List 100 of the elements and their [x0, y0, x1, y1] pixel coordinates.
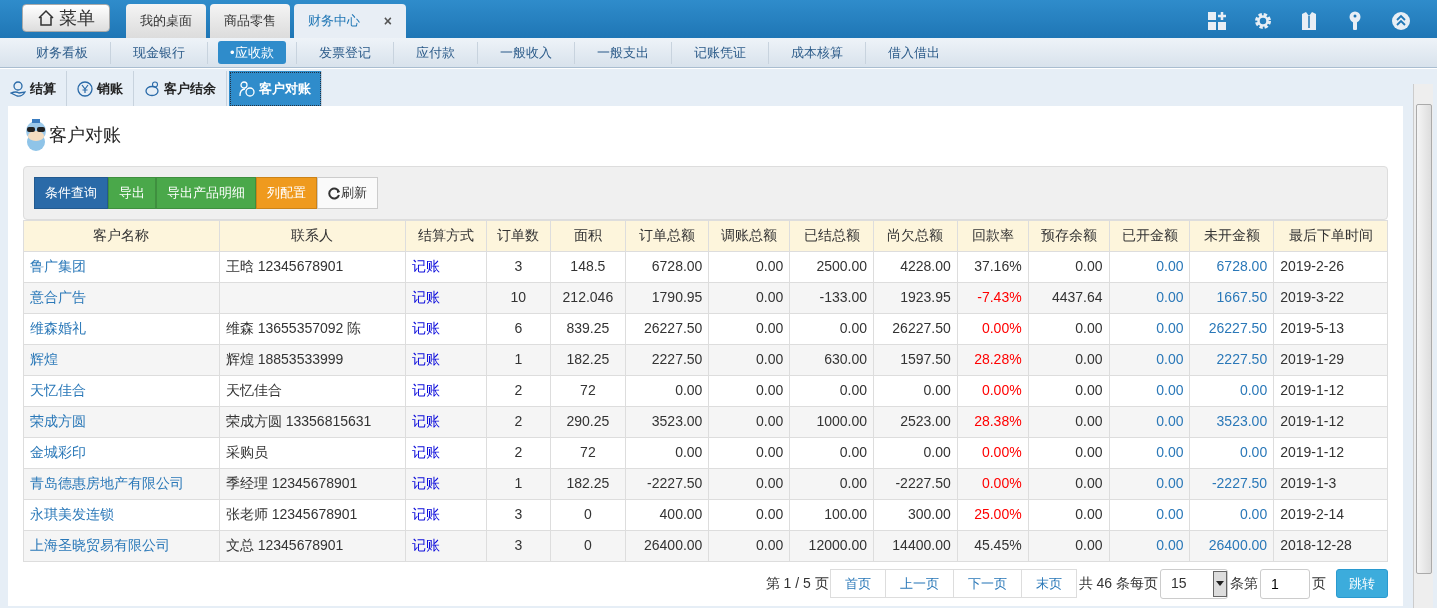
table-cell: 26400.00: [644, 537, 703, 553]
rate-cell: 0.00%: [981, 444, 1022, 460]
rate-cell: 25.00%: [974, 506, 1022, 522]
coin-hand-icon: [10, 81, 26, 97]
go-button[interactable]: 跳转: [1336, 568, 1388, 599]
amount-link[interactable]: 0.00: [1156, 258, 1184, 274]
column-header: 已结总额: [789, 220, 874, 251]
method-link[interactable]: 记账: [411, 475, 440, 491]
table-cell: 0.00: [756, 258, 784, 274]
method-link[interactable]: 记账: [411, 289, 440, 305]
refresh-icon: [328, 187, 341, 201]
close-icon[interactable]: ×: [383, 10, 392, 32]
window-tab[interactable]: 财务中心 ×: [294, 4, 406, 38]
table-cell: 采购员: [225, 444, 268, 460]
method-link[interactable]: 记账: [411, 382, 440, 398]
amount-link[interactable]: 0.00: [1156, 537, 1184, 553]
table-cell: 148.5: [570, 258, 606, 274]
toolbar-button[interactable]: 条件查询: [34, 177, 108, 209]
module-tab[interactable]: 发票登记: [306, 40, 383, 65]
table-cell: 4228.00: [900, 258, 951, 274]
customer-link[interactable]: 金城彩印: [30, 444, 86, 460]
method-link[interactable]: 记账: [411, 413, 440, 429]
vertical-scrollbar[interactable]: [1413, 84, 1433, 608]
column-header: 订单数: [486, 220, 551, 251]
table-cell: 10: [510, 289, 527, 305]
page-size-select[interactable]: 15: [1160, 568, 1228, 599]
amount-link[interactable]: 0.00: [1156, 351, 1184, 367]
menu-button[interactable]: 菜单: [22, 4, 110, 32]
module-tab[interactable]: 现金银行: [121, 40, 197, 65]
page-input[interactable]: 1: [1260, 568, 1310, 599]
table-cell: 3523.00: [651, 413, 703, 429]
table-cell: 0.00: [756, 320, 784, 336]
table-cell: 0.00: [675, 444, 703, 460]
table-cell: 天忆佳合: [225, 382, 282, 398]
table-cell: 839.25: [566, 320, 610, 336]
amount-link[interactable]: 0.00: [1239, 444, 1268, 460]
page-button[interactable]: 上一页: [884, 568, 954, 599]
refresh-button[interactable]: 刷新: [317, 177, 378, 209]
table-cell: 0.00: [923, 382, 951, 398]
amount-link[interactable]: 0.00: [1156, 506, 1184, 522]
column-header: 结算方式: [405, 220, 487, 251]
table-cell: 0.00: [1075, 382, 1103, 398]
table-cell: 0.00: [1075, 506, 1103, 522]
customer-link[interactable]: 意合广告: [30, 289, 86, 305]
amount-link[interactable]: 0.00: [1156, 475, 1184, 491]
table-cell: 0.00: [756, 289, 784, 305]
method-link[interactable]: 记账: [411, 258, 440, 274]
table-cell: 630.00: [824, 351, 867, 367]
add-widget-icon[interactable]: [1207, 11, 1227, 31]
customer-link[interactable]: 辉煌: [30, 351, 58, 367]
module-tab[interactable]: 记账凭证: [681, 40, 758, 65]
table-cell: 1: [514, 475, 523, 491]
collapse-icon[interactable]: [1391, 11, 1411, 31]
customer-link[interactable]: 鲁广集团: [30, 258, 86, 274]
window-tab[interactable]: 商品零售: [210, 4, 290, 38]
shirt-icon[interactable]: [1299, 11, 1319, 31]
rate-cell: 37.16%: [974, 258, 1022, 274]
column-header: 尚欠总额: [873, 220, 958, 251]
amount-link[interactable]: 0.00: [1156, 320, 1184, 336]
module-tab[interactable]: 财务看板: [24, 40, 100, 65]
table-cell: 0.00: [1075, 475, 1103, 491]
table-cell: 0.00: [839, 475, 867, 491]
table-cell: 2019-1-3: [1280, 475, 1337, 491]
toolbar-button[interactable]: 导出: [108, 177, 156, 209]
method-link[interactable]: 记账: [411, 320, 440, 336]
customer-link[interactable]: 天忆佳合: [30, 382, 86, 398]
method-link[interactable]: 记账: [411, 506, 440, 522]
page-button[interactable]: 下一页: [952, 568, 1022, 599]
module-tab[interactable]: •应收款: [218, 40, 286, 65]
amount-link[interactable]: 0.00: [1156, 382, 1184, 398]
table-cell: 400.00: [659, 506, 703, 522]
table-cell: 72: [580, 444, 596, 460]
table-cell: 2: [514, 382, 523, 398]
sub-tab[interactable]: 客户对账: [229, 71, 322, 107]
method-link[interactable]: 记账: [411, 537, 440, 553]
method-link[interactable]: 记账: [411, 351, 440, 367]
amount-link[interactable]: 0.00: [1239, 382, 1268, 398]
method-link[interactable]: 记账: [411, 444, 440, 460]
module-tab[interactable]: 应付款: [403, 40, 467, 65]
customer-link[interactable]: 维森婚礼: [30, 320, 86, 336]
amount-link[interactable]: 0.00: [1156, 444, 1184, 460]
amount-link[interactable]: 0.00: [1239, 506, 1268, 522]
amount-link[interactable]: 0.00: [1156, 289, 1184, 305]
table-cell: -133.00: [819, 289, 867, 305]
module-tab[interactable]: 借入借出: [875, 40, 952, 65]
toolbar-button[interactable]: 导出产品明细: [156, 177, 256, 209]
page-button[interactable]: 末页: [1020, 568, 1077, 599]
table-cell: 3: [514, 258, 523, 274]
total-label: 共 46 条每页: [1078, 574, 1158, 593]
module-tab[interactable]: 成本核算: [778, 40, 855, 65]
amount-link[interactable]: 0.00: [1156, 413, 1184, 429]
table-cell: 0.00: [839, 382, 867, 398]
window-tab[interactable]: 我的桌面: [126, 4, 206, 38]
module-tab[interactable]: 一般收入: [487, 40, 564, 65]
page-button[interactable]: 首页: [829, 568, 886, 599]
customer-link[interactable]: 荣成方圆: [30, 413, 86, 429]
settings-icon[interactable]: [1253, 11, 1273, 31]
table-cell: 182.25: [566, 351, 610, 367]
module-tab[interactable]: 一般支出: [584, 40, 661, 65]
table-cell: 2019-1-12: [1280, 382, 1344, 398]
